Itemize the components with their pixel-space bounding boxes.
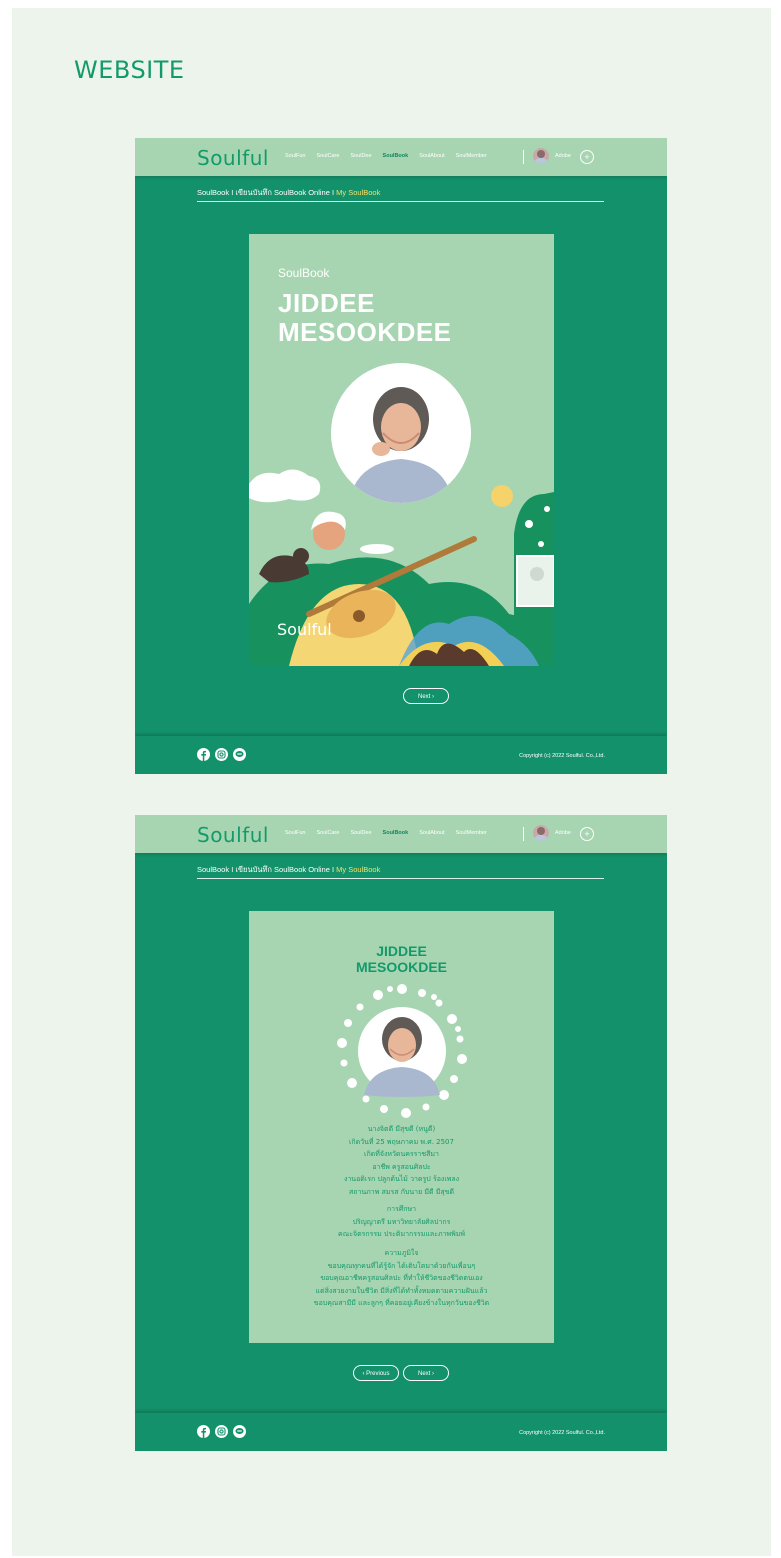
nav-item-soulcare[interactable]: SoulCare [317, 153, 340, 159]
breadcrumb-divider [197, 201, 604, 202]
breadcrumb-current[interactable]: My SoulBook [336, 188, 380, 197]
pride-line: ขอบคุณสามีมี และลูกๆ ที่คอยอยู่เคียงข้าง… [313, 1299, 490, 1307]
nav-item-soulbook[interactable]: SoulBook [383, 153, 409, 159]
top-nav: Soulful SoulFun SoulCare SoulDee SoulBoo… [135, 815, 667, 853]
user-name[interactable]: Adobe [555, 153, 571, 159]
soulbook-profile-card: JIDDEE MESOOKDEE นางจิตดี มีสุขดี (หนูดี… [249, 911, 554, 1343]
site-logo[interactable]: Soulful [197, 823, 269, 847]
breadcrumb-current[interactable]: My SoulBook [336, 865, 380, 874]
breadcrumb-path[interactable]: SoulBook I เขียนบันทึก SoulBook Online I [197, 188, 336, 197]
nav-item-souldee[interactable]: SoulDee [350, 830, 371, 836]
instagram-icon[interactable] [215, 1425, 228, 1438]
facebook-icon[interactable] [197, 1425, 210, 1438]
previous-button[interactable]: ‹ Previous [353, 1365, 399, 1381]
nav-item-soulabout[interactable]: SoulAbout [419, 153, 444, 159]
add-icon[interactable]: + [580, 150, 594, 164]
nav-item-soulcare[interactable]: SoulCare [317, 830, 340, 836]
cover-title-line2: MESOOKDEE [278, 317, 452, 347]
pride-line: แต่สิ่งสวยงามในชีวิต มีสิ่งที่ได้ทำทั้งห… [315, 1286, 488, 1295]
bio-line: งานอดิเรก ปลูกต้นไม้ วาดรูป ร้องเพลง [343, 1175, 460, 1183]
copyright-text: Copyright (c) 2022 Soulful. Co.,Ltd. [519, 1430, 605, 1436]
nav-divider [523, 150, 524, 164]
nav-links: SoulFun SoulCare SoulDee SoulBook SoulAb… [285, 153, 487, 159]
page-heading: WEBSITE [74, 56, 185, 84]
breadcrumb-path[interactable]: SoulBook I เขียนบันทึก SoulBook Online I [197, 865, 336, 874]
profile-education: การศึกษา ปริญญาตรี มหาวิทยาลัยศิลปากร คณ… [249, 1203, 554, 1241]
site-footer: Copyright (c) 2022 Soulful. Co.,Ltd. [135, 736, 667, 774]
nav-item-soulmember[interactable]: SoulMember [456, 153, 487, 159]
nav-links: SoulFun SoulCare SoulDee SoulBook SoulAb… [285, 830, 487, 836]
cover-title-line1: JIDDEE [278, 288, 375, 318]
next-button[interactable]: Next › [403, 688, 449, 704]
profile-title-line2: MESOOKDEE [355, 959, 447, 975]
bio-line: นางจิตดี มีสุขดี (หนูดี) [367, 1125, 436, 1133]
bio-line: เกิดวันที่ 25 พฤษภาคม พ.ศ. 2507 [349, 1137, 454, 1146]
profile-bio: นางจิตดี มีสุขดี (หนูดี) เกิดวันที่ 25 พ… [249, 1123, 554, 1198]
nav-item-soulfun[interactable]: SoulFun [285, 153, 306, 159]
education-line: คณะจิตรกรรม ประติมากรรมและภาพพิมพ์ [338, 1230, 465, 1238]
bio-line: เกิดที่จังหวัดนครราชสีมา [364, 1150, 439, 1158]
user-avatar[interactable] [533, 825, 549, 841]
website-mockup-profile: Soulful SoulFun SoulCare SoulDee SoulBoo… [135, 815, 667, 1451]
nav-divider [523, 827, 524, 841]
nav-item-soulabout[interactable]: SoulAbout [419, 830, 444, 836]
line-icon[interactable] [233, 748, 246, 761]
bio-line: อาชีพ ครูสอนศิลปะ [372, 1162, 431, 1171]
profile-title: JIDDEE MESOOKDEE [249, 943, 554, 975]
nav-item-soulfun[interactable]: SoulFun [285, 830, 306, 836]
pride-line: ขอบคุณอาชีพครูสอนศิลปะ ที่ทำให้ชีวิตของช… [320, 1274, 483, 1282]
cover-kicker: SoulBook [278, 266, 330, 280]
user-name[interactable]: Adobe [555, 830, 571, 836]
pride-line: ขอบคุณทุกคนที่ได้รู้จัก ได้เติบโตมาด้วยก… [327, 1261, 476, 1270]
education-heading: การศึกษา [386, 1205, 417, 1213]
user-avatar[interactable] [533, 148, 549, 164]
bio-line: สถานภาพ สมรส กับนาย มีดี มีสุขดี [348, 1187, 455, 1196]
site-logo[interactable]: Soulful [197, 146, 269, 170]
next-button[interactable]: Next › [403, 1365, 449, 1381]
top-nav: Soulful SoulFun SoulCare SoulDee SoulBoo… [135, 138, 667, 176]
education-line: ปริญญาตรี มหาวิทยาลัยศิลปากร [352, 1217, 451, 1226]
line-icon[interactable] [233, 1425, 246, 1438]
flower-wreath-portrait [337, 984, 467, 1118]
add-icon[interactable]: + [580, 827, 594, 841]
nav-item-soulbook[interactable]: SoulBook [383, 830, 409, 836]
profile-pride: ความภูมิใจ ขอบคุณทุกคนที่ได้รู้จัก ได้เต… [249, 1247, 554, 1310]
breadcrumb-divider [197, 878, 604, 879]
instagram-icon[interactable] [215, 748, 228, 761]
website-mockup-cover: Soulful SoulFun SoulCare SoulDee SoulBoo… [135, 138, 667, 774]
breadcrumb: SoulBook I เขียนบันทึก SoulBook Online I… [197, 864, 380, 876]
pride-heading: ความภูมิใจ [384, 1249, 419, 1257]
nav-item-souldee[interactable]: SoulDee [350, 153, 371, 159]
profile-title-line1: JIDDEE [376, 943, 427, 959]
breadcrumb: SoulBook I เขียนบันทึก SoulBook Online I… [197, 187, 380, 199]
copyright-text: Copyright (c) 2022 Soulful. Co.,Ltd. [519, 753, 605, 759]
nav-item-soulmember[interactable]: SoulMember [456, 830, 487, 836]
facebook-icon[interactable] [197, 748, 210, 761]
illustration-logo: Soulful [277, 620, 332, 639]
soulbook-cover-card: SoulBook JIDDEE MESOOKDEE Soulful [249, 234, 554, 666]
site-footer: Copyright (c) 2022 Soulful. Co.,Ltd. [135, 1413, 667, 1451]
cover-title: JIDDEE MESOOKDEE [278, 289, 452, 347]
